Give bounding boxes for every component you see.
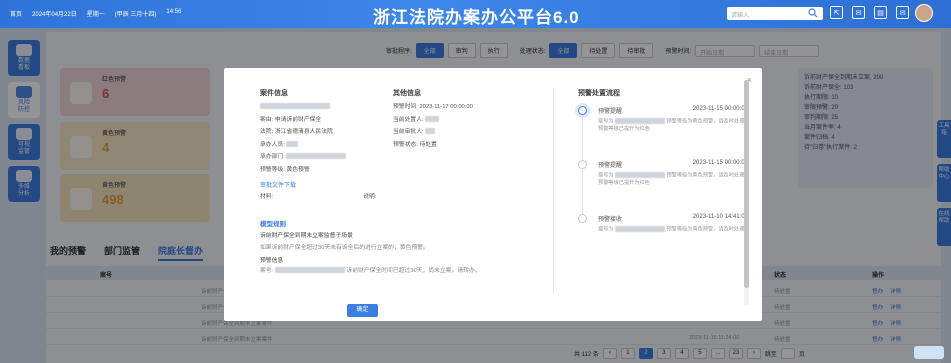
header-info: 首页 2024年04月22日 星期一 (甲辰 三月十四) 14:56 bbox=[10, 9, 181, 18]
case-info-section: 案件信息 案由: 申请诉前财产保全 法院: 浙江省德清县人民法院 承办人员: 承… bbox=[260, 88, 390, 176]
other-field: 预警状态: 待处置 bbox=[393, 141, 437, 148]
alert-info-title: 预警信息 bbox=[260, 257, 284, 264]
other-info-section: 其他信息 预警时间: 2023-11-17 00:00:00 当前处置人: 当前… bbox=[393, 88, 513, 151]
material-label: 材料: bbox=[260, 194, 274, 200]
alert-flow-section: 预警处置流程 预警提醒 2023-11-15 00:00:00 案号为 预警等级为… bbox=[578, 88, 748, 268]
ok-button[interactable]: 确定 bbox=[347, 304, 378, 317]
scrollbar-thumb[interactable] bbox=[744, 80, 749, 288]
approval-file-download-link[interactable]: 审批文件下载 bbox=[260, 180, 540, 189]
case-field: 承办部门: bbox=[260, 151, 390, 164]
timeline-item: 预警提醒 2023-11-15 00:00:00 案号为 预警等级为黄色预警，请及… bbox=[578, 106, 748, 160]
notebook-icon[interactable]: ▤ bbox=[874, 6, 887, 19]
timeline-dot bbox=[578, 106, 587, 115]
alert-info-text: 案号: 诉前财产保全时间已超过30天，尚未立案，请转办。 bbox=[260, 267, 481, 274]
case-field: 预警等级: 黄色预警 bbox=[260, 166, 310, 173]
modal-scrollbar[interactable] bbox=[744, 80, 749, 305]
header-time: 14:56 bbox=[166, 9, 182, 15]
timeline-item: 预警接收 2023-11-10 14:41:05 案号为 预警等级为黄色预警，请及… bbox=[578, 214, 748, 268]
case-info-title: 案件信息 bbox=[260, 90, 288, 97]
avatar[interactable] bbox=[915, 4, 933, 22]
assistant-icon[interactable] bbox=[914, 346, 944, 359]
other-info-title: 其他信息 bbox=[393, 90, 421, 97]
rule-section: 审批文件下载 材料: 说明: 模型规则 诉前财产保全到期未立案监督子场景 如果诉… bbox=[260, 180, 540, 275]
export-icon[interactable]: ⇱ bbox=[830, 6, 843, 19]
app-title: 浙江法院办案办公平台6.0 bbox=[373, 8, 580, 27]
rule-name: 诉前财产保全到期未立案监督子场景 bbox=[260, 232, 353, 239]
rule-desc: 如果诉前财产保全超过30天未有诉全后的进行立案的，黄色预警。 bbox=[260, 245, 429, 251]
other-field: 预警时间: 2023-11-17 00:00:00 bbox=[393, 104, 473, 110]
top-bar: 首页 2024年04月22日 星期一 (甲辰 三月十四) 14:56 浙江法院办… bbox=[0, 0, 951, 28]
header-lunar: (甲辰 三月十四) bbox=[114, 12, 157, 18]
message-icon[interactable]: ✉ bbox=[852, 6, 865, 19]
note-label: 说明: bbox=[363, 194, 377, 200]
header-date: 2024年04月22日 bbox=[32, 12, 77, 18]
divider bbox=[553, 88, 554, 293]
timeline-dot bbox=[578, 160, 587, 169]
other-field: 当前处置人: bbox=[393, 114, 513, 127]
case-field: 案由: 申请诉前财产保全 bbox=[260, 116, 322, 123]
mail-icon[interactable]: ✉ bbox=[896, 6, 909, 19]
timeline-item: 预警提醒 2023-11-15 00:00:00 案号为 预警等级为黄色预警，请及… bbox=[578, 160, 748, 214]
header-weekday: 星期一 bbox=[86, 12, 105, 18]
rule-title: 模型规则 bbox=[260, 220, 286, 228]
other-field: 当前审批人: bbox=[393, 126, 513, 139]
alert-detail-modal: × 案件信息 案由: 申请诉前财产保全 法院: 浙江省德清县人民法院 承办人员:… bbox=[224, 68, 762, 321]
home-link[interactable]: 首页 bbox=[10, 9, 22, 18]
timeline-dot bbox=[578, 214, 587, 223]
case-number bbox=[260, 101, 390, 114]
case-field: 承办人员: bbox=[260, 139, 390, 152]
flow-title: 预警处置流程 bbox=[578, 90, 620, 97]
case-field: 法院: 浙江省德清县人民法院 bbox=[260, 129, 333, 135]
search-icon[interactable] bbox=[808, 8, 818, 18]
